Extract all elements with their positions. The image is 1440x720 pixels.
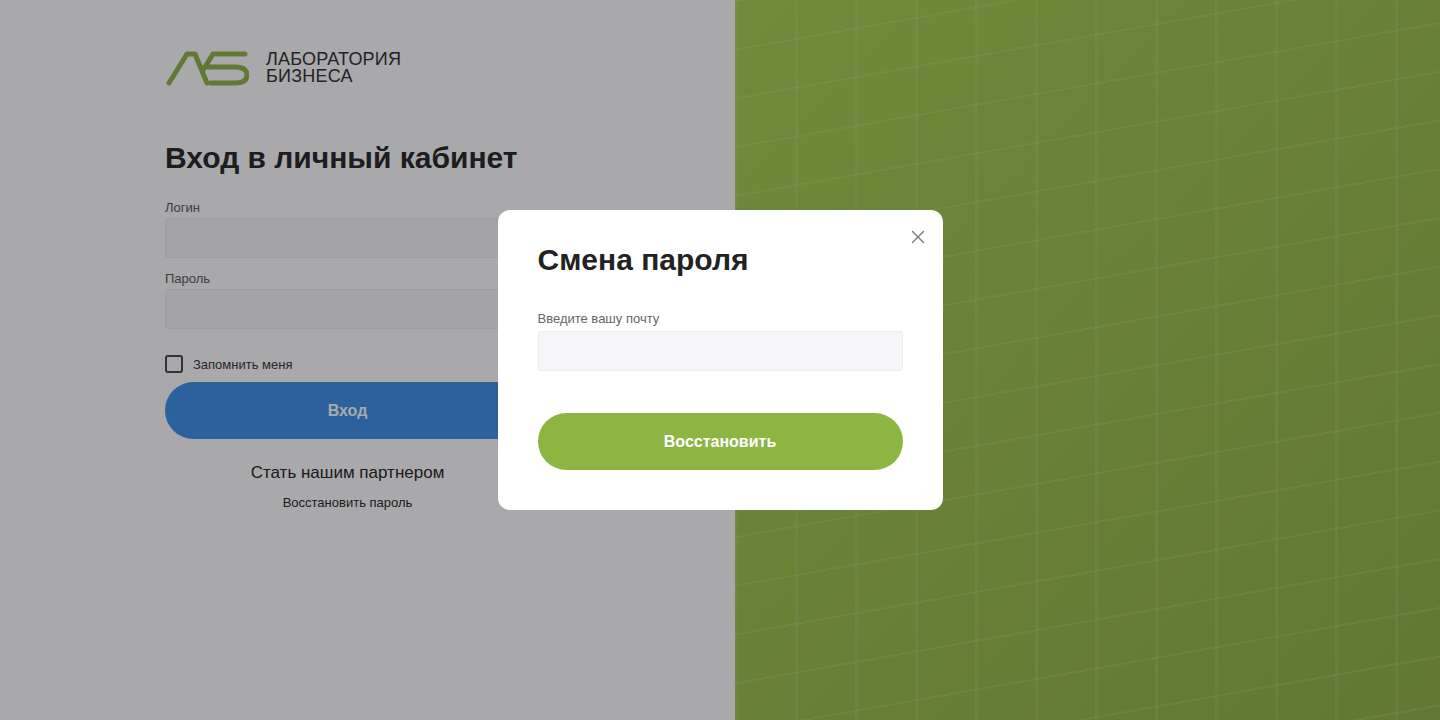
email-label: Введите вашу почту bbox=[538, 312, 903, 326]
close-button[interactable] bbox=[906, 225, 930, 249]
password-reset-modal: Смена пароля Введите вашу почту Восстанови… bbox=[498, 210, 943, 510]
close-icon bbox=[907, 226, 929, 248]
restore-button[interactable]: Восстановить bbox=[538, 413, 903, 470]
email-input[interactable] bbox=[538, 331, 903, 371]
login-page: ЛАБОРАТОРИЯБИЗНЕСАВход в личный кабинетЛ… bbox=[0, 0, 1440, 720]
modal-title: Смена пароля bbox=[538, 242, 903, 278]
modal-overlay: Смена пароля Введите вашу почту Восстанови… bbox=[0, 0, 1440, 720]
